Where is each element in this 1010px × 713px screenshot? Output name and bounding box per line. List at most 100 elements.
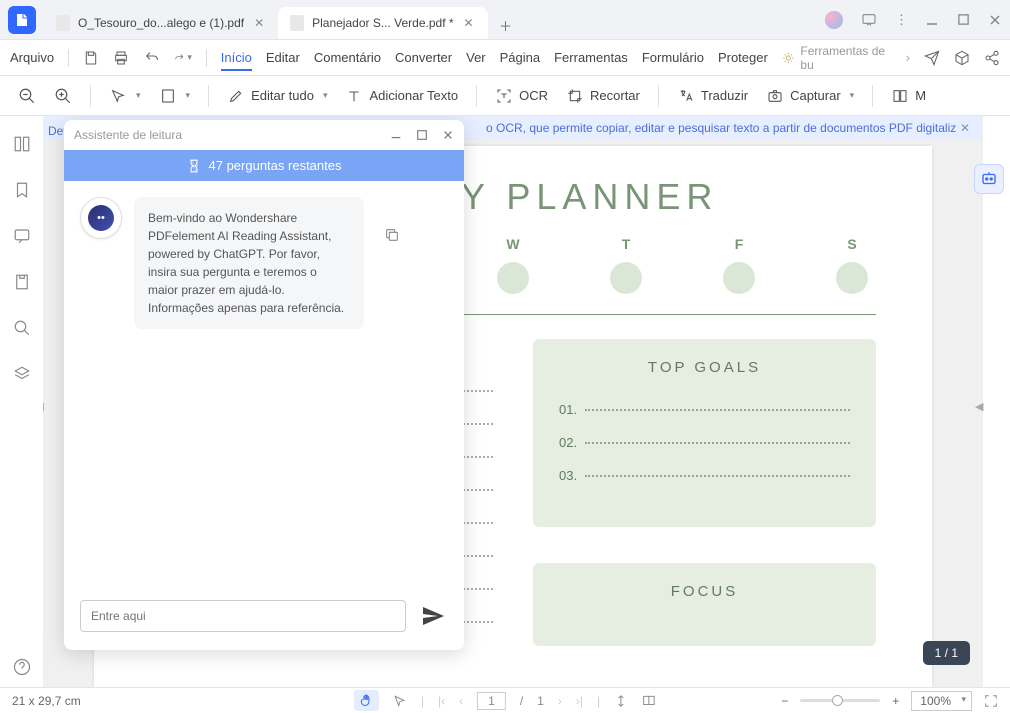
day-label: W [493,236,533,252]
menu-home[interactable]: Início [221,50,252,71]
crop-label: Recortar [590,88,640,103]
scroll-mode-icon[interactable] [614,694,628,708]
edit-all-button[interactable]: Editar tudo [223,83,331,109]
more-button[interactable]: M [887,83,930,109]
copy-icon[interactable] [384,227,400,243]
zoom-slider[interactable] [800,699,880,702]
thumbnails-icon[interactable] [12,134,32,154]
last-page-icon[interactable]: ›| [576,694,583,708]
comment-icon[interactable] [12,226,32,246]
toolbar: Editar tudo Adicionar Texto OCR Recortar… [0,76,1010,116]
ai-tools-link[interactable]: Ferramentas de bu [782,44,892,72]
bookmark-icon[interactable] [12,180,32,200]
banner-text: o OCR, que permite copiar, editar e pesq… [486,121,956,135]
send-icon[interactable] [924,50,940,66]
left-rail: ▶ [0,116,44,687]
save-icon[interactable] [83,49,99,67]
panel-maximize-icon[interactable] [416,129,428,141]
page-total: 1 [537,694,544,708]
zoom-plus-icon[interactable]: + [892,694,899,708]
pdf-icon [56,15,70,31]
menu-page[interactable]: Página [500,50,540,65]
translate-button[interactable]: Traduzir [673,83,752,109]
zoom-level[interactable]: 100% [911,691,972,711]
window-close-icon[interactable] [988,13,1002,27]
chat-icon[interactable] [861,12,877,28]
undo-icon[interactable] [144,49,160,67]
panel-close-icon[interactable] [442,129,454,141]
add-text-label: Adicionar Texto [369,88,458,103]
pdf-icon [290,15,304,31]
cube-icon[interactable] [954,50,970,66]
redo-icon[interactable] [174,49,192,67]
ai-avatar: •• [80,197,122,239]
menu-form[interactable]: Formulário [642,50,704,65]
top-goals-panel: TOP GOALS 01. 02. 03. [533,339,876,527]
menu-comment[interactable]: Comentário [314,50,381,65]
goal-num: 02. [559,435,577,450]
zoom-minus-icon[interactable]: − [781,694,788,708]
read-mode-icon[interactable] [642,694,656,708]
prev-page-icon[interactable]: ‹ [459,694,463,708]
menu-convert[interactable]: Converter [395,50,452,65]
ai-float-button[interactable] [974,164,1004,194]
ai-panel-title: Assistente de leitura [74,128,182,142]
next-page-icon[interactable]: › [558,694,562,708]
day-circle [723,262,755,294]
search-icon[interactable] [12,318,32,338]
kebab-icon[interactable]: ⋮ [895,12,907,28]
page-size-label: 21 x 29,7 cm [12,694,81,708]
ai-input-field[interactable] [80,600,406,632]
hand-tool-icon[interactable] [354,690,379,711]
ocr-button[interactable]: OCR [491,83,552,109]
close-icon[interactable]: ✕ [462,16,476,30]
page-layout-tool[interactable] [155,83,195,109]
crop-button[interactable]: Recortar [562,83,644,109]
ai-quota-text: 47 perguntas restantes [209,158,342,173]
send-icon[interactable] [418,601,448,631]
menu-file[interactable]: Arquivo [10,50,54,65]
zoom-out-button[interactable] [14,83,40,109]
add-text-button[interactable]: Adicionar Texto [341,83,462,109]
menubar: Arquivo Início Editar Comentário Convert… [0,40,1010,76]
attachment-icon[interactable] [12,272,32,292]
banner-close-icon[interactable]: ✕ [960,121,970,135]
layers-icon[interactable] [12,364,32,384]
minimize-icon[interactable] [925,13,939,27]
tab-label: Planejador S... Verde.pdf * [312,16,453,30]
menu-protect[interactable]: Proteger [718,50,768,65]
page-current[interactable]: 1 [477,692,506,710]
app-logo[interactable] [8,6,36,34]
select-tool[interactable] [105,83,145,109]
menu-edit[interactable]: Editar [266,50,300,65]
print-icon[interactable] [113,49,129,67]
help-icon[interactable] [12,657,32,677]
focus-panel: FOCUS [533,563,876,646]
panel-minimize-icon[interactable] [390,129,402,141]
user-avatar[interactable] [825,11,843,29]
fit-screen-icon[interactable] [984,694,998,708]
capture-button[interactable]: Capturar [762,83,858,109]
pointer-tool-icon[interactable] [393,694,407,708]
tab-active[interactable]: Planejador S... Verde.pdf * ✕ [278,7,487,39]
chevron-right-icon[interactable]: › [906,50,910,65]
menu-view[interactable]: Ver [466,50,486,65]
day-label: T [606,236,646,252]
maximize-icon[interactable] [957,13,970,26]
tab-inactive[interactable]: O_Tesouro_do...alego e (1).pdf ✕ [44,7,278,39]
add-tab-button[interactable]: ＋ [492,11,520,39]
zoom-in-button[interactable] [50,83,76,109]
capture-label: Capturar [790,88,841,103]
focus-title: FOCUS [559,583,850,600]
day-circle [836,262,868,294]
close-icon[interactable]: ✕ [252,16,266,30]
tab-strip: O_Tesouro_do...alego e (1).pdf ✕ Planeja… [44,0,825,39]
expand-handle[interactable]: ◀ [975,400,983,424]
day-label: F [719,236,759,252]
first-page-icon[interactable]: |‹ [438,694,445,708]
share-icon[interactable] [984,50,1000,66]
ai-quota-bar: 47 perguntas restantes [64,150,464,181]
day-circle [610,262,642,294]
right-rail: ◀ [982,116,1010,687]
menu-tools[interactable]: Ferramentas [554,50,628,65]
